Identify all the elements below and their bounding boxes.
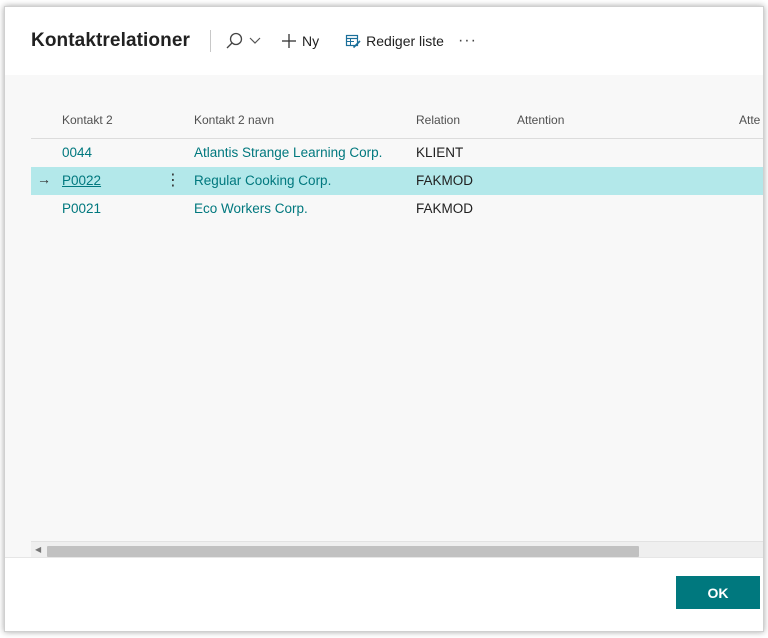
ok-button[interactable]: OK xyxy=(676,576,760,609)
new-button[interactable]: Ny xyxy=(281,33,319,49)
column-header-kontakt2-navn[interactable]: Kontakt 2 navn xyxy=(194,113,274,127)
chevron-down-icon[interactable] xyxy=(249,37,261,45)
kontakt2-cell[interactable]: P0021 xyxy=(62,201,101,216)
dialog-header: Kontaktrelationer Ny Rediger liste ··· xyxy=(5,7,763,75)
column-header-attention-2[interactable]: Atte xyxy=(739,113,760,127)
kontakt2-navn-cell[interactable]: Eco Workers Corp. xyxy=(194,201,308,216)
dialog-footer: OK xyxy=(5,557,763,631)
column-header-attention[interactable]: Attention xyxy=(517,113,564,127)
relations-grid: Kontakt 2 Kontakt 2 navn Relation Attent… xyxy=(31,103,763,557)
kontakt2-navn-cell[interactable]: Regular Cooking Corp. xyxy=(194,173,331,188)
row-menu-icon[interactable]: ⋮ xyxy=(165,170,181,190)
plus-icon xyxy=(281,33,297,49)
kontakt2-cell[interactable]: P0022 xyxy=(62,173,101,188)
edit-list-button[interactable]: Rediger liste xyxy=(345,33,444,49)
kontakt2-navn-cell[interactable]: Atlantis Strange Learning Corp. xyxy=(194,145,382,160)
search-icon xyxy=(225,32,245,50)
contact-relations-dialog: Kontaktrelationer Ny Rediger liste ··· K… xyxy=(4,6,764,632)
scroll-left-icon[interactable]: ◀ xyxy=(35,545,41,554)
relation-cell: FAKMOD xyxy=(416,201,474,216)
horizontal-scrollbar[interactable]: ◀ xyxy=(31,541,763,558)
scrollbar-thumb[interactable] xyxy=(47,546,639,557)
selected-row-arrow-icon: → xyxy=(37,171,51,187)
more-options-button[interactable]: ··· xyxy=(458,32,477,50)
new-button-label: Ny xyxy=(302,33,320,49)
table-row[interactable]: 0044 Atlantis Strange Learning Corp. KLI… xyxy=(31,139,763,167)
column-header-relation[interactable]: Relation xyxy=(416,113,460,127)
table-row[interactable]: P0021 Eco Workers Corp. FAKMOD xyxy=(31,195,763,223)
more-icon: ··· xyxy=(457,32,477,49)
table-header: Kontakt 2 Kontakt 2 navn Relation Attent… xyxy=(31,103,763,139)
column-header-kontakt2[interactable]: Kontakt 2 xyxy=(62,113,113,127)
search-button[interactable] xyxy=(225,32,261,50)
edit-list-label: Rediger liste xyxy=(366,33,444,49)
relation-cell: FAKMOD xyxy=(416,173,474,188)
edit-list-icon xyxy=(345,33,361,49)
kontakt2-cell[interactable]: 0044 xyxy=(62,145,92,160)
page-title: Kontaktrelationer xyxy=(31,30,191,51)
table-row-selected[interactable]: → P0022 ⋮ Regular Cooking Corp. FAKMOD xyxy=(31,167,763,195)
list-content: Kontakt 2 Kontakt 2 navn Relation Attent… xyxy=(5,75,763,558)
relation-cell: KLIENT xyxy=(416,145,464,160)
toolbar-divider xyxy=(210,30,212,52)
